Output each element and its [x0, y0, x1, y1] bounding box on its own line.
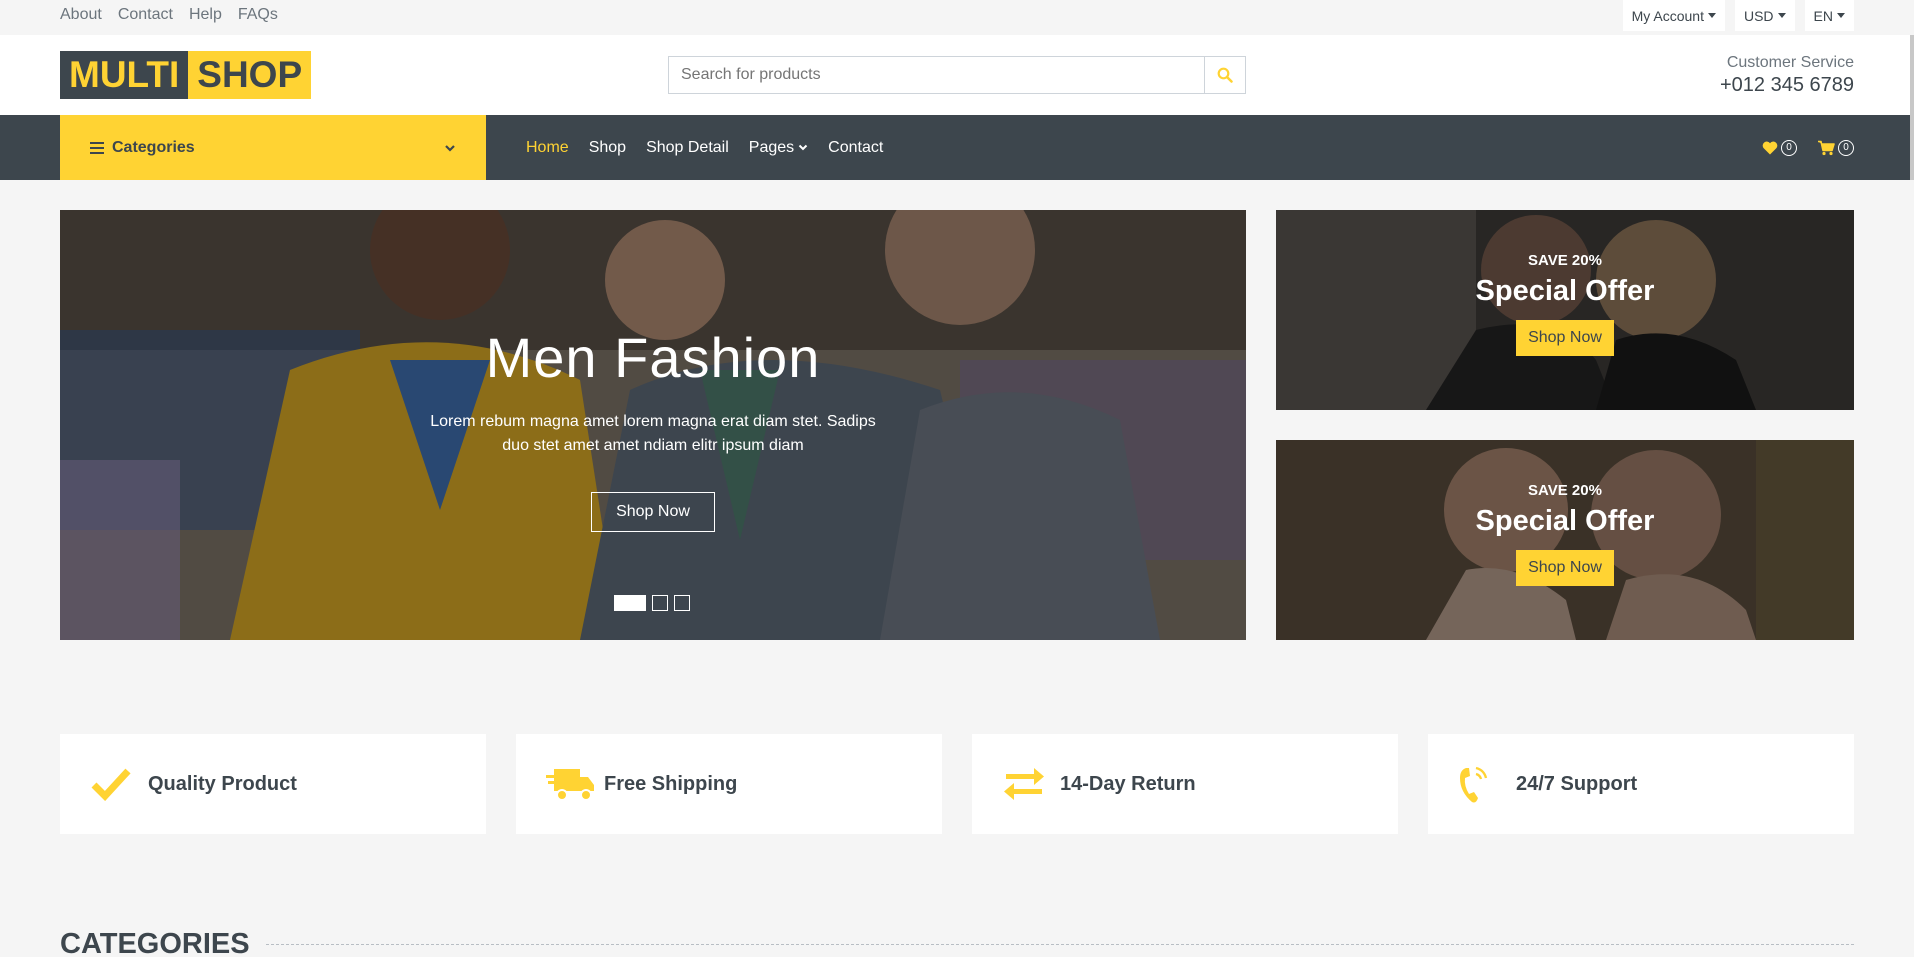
feature-label: 24/7 Support: [1516, 772, 1638, 795]
language-dropdown[interactable]: EN: [1804, 0, 1854, 31]
nav-link-shop-detail[interactable]: Shop Detail: [646, 139, 729, 157]
feature-14-day-return: 14-Day Return: [972, 734, 1398, 834]
top-link-faqs[interactable]: FAQs: [238, 6, 278, 24]
caret-down-icon: [1777, 13, 1786, 18]
nav-icons: 0 0: [1762, 115, 1854, 180]
categories-label: Categories: [112, 138, 195, 156]
offer-save-2: SAVE 20%: [1528, 482, 1602, 499]
my-account-label: My Account: [1631, 7, 1704, 24]
top-link-contact[interactable]: Contact: [118, 6, 173, 24]
offer-card-2: SAVE 20% Special Offer Shop Now: [1276, 440, 1854, 640]
top-links: About Contact Help FAQs: [60, 6, 278, 24]
offer-content-1: SAVE 20% Special Offer Shop Now: [1276, 252, 1854, 356]
top-dropdowns: My Account USD EN: [1622, 0, 1854, 31]
my-account-dropdown[interactable]: My Account: [1622, 0, 1725, 31]
nav-link-contact[interactable]: Contact: [828, 139, 883, 157]
offer-shop-now-button-2[interactable]: Shop Now: [1516, 550, 1614, 586]
heading-divider: [265, 944, 1854, 945]
caret-down-icon: [1707, 13, 1716, 18]
cart-button[interactable]: 0: [1817, 139, 1854, 156]
truck-icon: [546, 769, 594, 801]
nav-link-pages-label: Pages: [748, 138, 795, 156]
hero-carousel: Men Fashion Lorem rebum magna amet lorem…: [60, 210, 1246, 640]
carousel-dot-2[interactable]: [652, 595, 668, 611]
top-link-help[interactable]: Help: [189, 6, 222, 24]
feature-label: Free Shipping: [604, 772, 738, 795]
header: MULTI SHOP Customer Service +012 345 678…: [0, 35, 1914, 115]
nav-links: Home Shop Shop Detail Pages Contact: [526, 115, 883, 180]
offer-title-1: Special Offer: [1475, 275, 1655, 307]
customer-service: Customer Service +012 345 6789: [1720, 54, 1854, 97]
carousel-dot-1[interactable]: [614, 595, 646, 611]
nav-link-shop[interactable]: Shop: [589, 139, 626, 157]
carousel-indicators: [614, 595, 690, 611]
cart-count: 0: [1838, 139, 1854, 156]
feature-quality-product: Quality Product: [60, 734, 486, 834]
customer-service-label: Customer Service: [1726, 54, 1854, 71]
search-icon: [1217, 67, 1233, 83]
caret-down-icon: [1837, 13, 1845, 18]
offer-title-2: Special Offer: [1475, 505, 1655, 537]
currency-label: USD: [1743, 7, 1774, 24]
nav-link-home[interactable]: Home: [526, 139, 569, 157]
hero-title: Men Fashion: [485, 326, 821, 389]
feature-24-7-support: 24/7 Support: [1428, 734, 1854, 834]
categories-section-header: CATEGORIES: [60, 928, 1854, 957]
feature-label: 14-Day Return: [1060, 772, 1196, 795]
logo-multi: MULTI: [60, 51, 189, 99]
logo-shop: SHOP: [188, 51, 312, 99]
main-nav: Categories Home Shop Shop Detail Pages C…: [0, 115, 1914, 180]
page-scrollbar[interactable]: [1910, 35, 1914, 180]
cart-icon: [1818, 140, 1835, 155]
offer-shop-now-button-1[interactable]: Shop Now: [1516, 320, 1614, 356]
check-icon: [91, 768, 131, 801]
feature-label: Quality Product: [148, 772, 297, 795]
hero-text: Lorem rebum magna amet lorem magna erat …: [430, 413, 876, 454]
hero-shop-now-button[interactable]: Shop Now: [591, 492, 715, 532]
offer-card-1: SAVE 20% Special Offer Shop Now: [1276, 210, 1854, 410]
bars-icon: [90, 141, 104, 154]
carousel-dot-3[interactable]: [674, 595, 690, 611]
categories-heading: CATEGORIES: [60, 928, 266, 957]
chevron-down-icon: [445, 144, 455, 152]
wishlist-button[interactable]: 0: [1762, 139, 1797, 156]
heart-icon: [1762, 141, 1778, 154]
offer-content-2: SAVE 20% Special Offer Shop Now: [1276, 482, 1854, 586]
search-input[interactable]: [669, 57, 1204, 93]
currency-dropdown[interactable]: USD: [1734, 0, 1795, 31]
categories-toggle[interactable]: Categories: [60, 115, 486, 180]
hero-caption: Men Fashion Lorem rebum magna amet lorem…: [60, 325, 1246, 532]
offer-save-1: SAVE 20%: [1528, 252, 1602, 269]
logo[interactable]: MULTI SHOP: [60, 51, 312, 99]
chevron-down-icon: [798, 144, 808, 151]
wishlist-count: 0: [1781, 139, 1797, 156]
search-button[interactable]: [1204, 57, 1245, 93]
feature-free-shipping: Free Shipping: [516, 734, 942, 834]
top-link-about[interactable]: About: [60, 6, 102, 24]
top-bar: About Contact Help FAQs My Account USD E…: [0, 0, 1914, 35]
phone-icon: [1460, 766, 1488, 803]
nav-link-pages[interactable]: Pages: [749, 139, 808, 157]
search-bar: [668, 56, 1246, 94]
language-label: EN: [1813, 7, 1833, 24]
customer-service-phone: +012 345 6789: [1719, 74, 1854, 96]
exchange-icon: [1004, 768, 1044, 800]
